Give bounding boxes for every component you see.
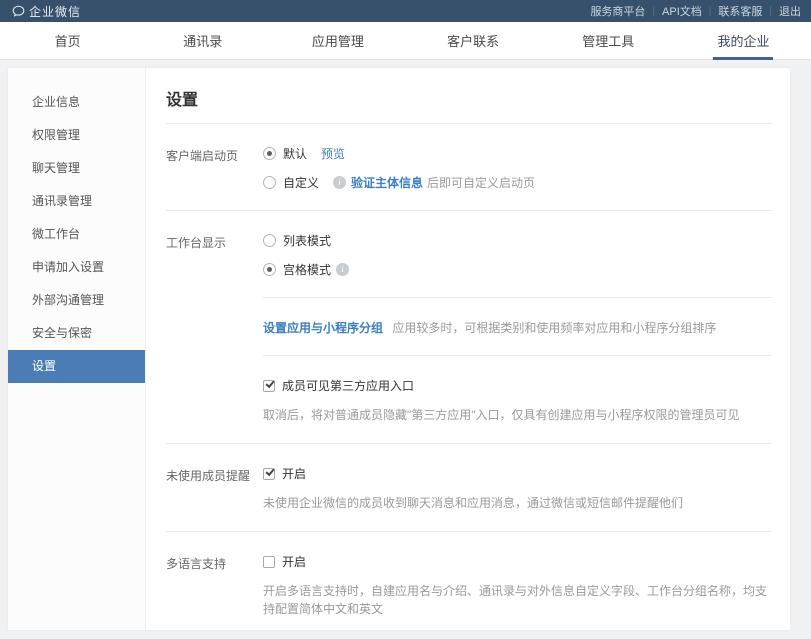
radio-grid-mode-label: 宫格模式 [283, 261, 331, 278]
radio-list-mode[interactable] [263, 234, 276, 247]
topbar-link-logout[interactable]: 退出 [779, 3, 801, 19]
sidebar-item-join-settings[interactable]: 申请加入设置 [8, 251, 145, 284]
radio-default-label: 默认 [283, 145, 307, 162]
topbar-link-contact-support[interactable]: 联系客服 [718, 3, 762, 19]
section-multilang-support: 多语言支持 开启 开启多语言支持时，自建应用名与介绍、通讯录与对外信息自定义字段… [166, 532, 772, 618]
info-icon: i [333, 176, 346, 189]
sidebar-item-micro-workbench[interactable]: 微工作台 [8, 218, 145, 251]
nav-item-apps[interactable]: 应用管理 [270, 22, 405, 59]
nav-item-tools[interactable]: 管理工具 [541, 22, 676, 59]
topbar-links: 服务商平台 | API文档 | 联系客服 | 退出 [590, 3, 801, 19]
checkbox-unused-reminder[interactable] [263, 468, 275, 480]
checkbox-multilang-label: 开启 [282, 553, 306, 570]
verify-suffix-text: 后即可自定义启动页 [427, 174, 535, 191]
page-title: 设置 [166, 86, 772, 124]
radio-list-mode-label: 列表模式 [283, 232, 331, 249]
radio-custom[interactable] [263, 176, 276, 189]
sidebar-item-security[interactable]: 安全与保密 [8, 317, 145, 350]
sidebar-item-company-info[interactable]: 企业信息 [8, 86, 145, 119]
verify-identity-link[interactable]: 验证主体信息 [351, 174, 423, 191]
separator: | [709, 6, 712, 17]
radio-grid-mode[interactable] [263, 263, 276, 276]
preview-link[interactable]: 预览 [321, 145, 345, 162]
topbar-link-api-docs[interactable]: API文档 [662, 3, 702, 19]
separator: | [652, 6, 655, 17]
checkbox-multilang[interactable] [263, 556, 275, 568]
unused-reminder-desc: 未使用企业微信的成员收到聊天消息和应用消息，通过微信或短信邮件提醒他们 [263, 494, 772, 512]
topbar-link-service-platform[interactable]: 服务商平台 [590, 3, 645, 19]
section-label: 未使用成员提醒 [166, 465, 263, 512]
topbar: 企业微信 服务商平台 | API文档 | 联系客服 | 退出 [0, 0, 811, 22]
separator: | [769, 6, 772, 17]
third-party-desc: 取消后，将对普通成员隐藏"第三方应用"入口，仅具有创建应用与小程序权限的管理员可… [263, 406, 772, 424]
app-logo[interactable]: 企业微信 [12, 3, 81, 20]
sidebar-item-settings[interactable]: 设置 [8, 350, 145, 383]
app-title: 企业微信 [29, 3, 81, 20]
nav-item-customer[interactable]: 客户联系 [406, 22, 541, 59]
section-unused-member-reminder: 未使用成员提醒 开启 未使用企业微信的成员收到聊天消息和应用消息，通过微信或短信… [166, 444, 772, 512]
sidebar-item-contacts-mgmt[interactable]: 通讯录管理 [8, 185, 145, 218]
sidebar: 企业信息 权限管理 聊天管理 通讯录管理 微工作台 申请加入设置 外部沟通管理 … [8, 68, 146, 630]
nav-item-my-company[interactable]: 我的企业 [676, 22, 811, 59]
info-icon: i [336, 263, 349, 276]
nav-item-home[interactable]: 首页 [0, 22, 135, 59]
section-workbench-display: 工作台显示 列表模式 宫格模式 i [166, 211, 772, 278]
content-card: 企业信息 权限管理 聊天管理 通讯录管理 微工作台 申请加入设置 外部沟通管理 … [8, 68, 790, 630]
section-third-party-visible: 成员可见第三方应用入口 取消后，将对普通成员隐藏"第三方应用"入口，仅具有创建应… [166, 356, 772, 424]
main-nav: 首页 通讯录 应用管理 客户联系 管理工具 我的企业 [0, 22, 811, 60]
chat-bubble-logo-icon [12, 5, 25, 18]
section-label: 多语言支持 [166, 553, 263, 618]
nav-item-contacts[interactable]: 通讯录 [135, 22, 270, 59]
section-label: 工作台显示 [166, 232, 263, 278]
sidebar-item-external-comm[interactable]: 外部沟通管理 [8, 284, 145, 317]
section-app-grouping: 设置应用与小程序分组 应用较多时，可根据类别和使用频率对应用和小程序分组排序 [166, 298, 772, 336]
app-grouping-link[interactable]: 设置应用与小程序分组 [263, 321, 383, 335]
checkbox-third-party-visible[interactable] [263, 380, 275, 392]
checkbox-third-party-label: 成员可见第三方应用入口 [282, 377, 414, 394]
section-label: 客户端启动页 [166, 145, 263, 191]
checkbox-unused-reminder-label: 开启 [282, 465, 306, 482]
sidebar-item-chat-mgmt[interactable]: 聊天管理 [8, 152, 145, 185]
multilang-desc: 开启多语言支持时，自建应用名与介绍、通讯录与对外信息自定义字段、工作台分组名称，… [263, 582, 772, 618]
radio-custom-label: 自定义 [283, 174, 319, 191]
settings-pane: 设置 客户端启动页 默认 预览 自定义 i 验证主体信息 后即可自定义启动页 [146, 68, 790, 630]
radio-default[interactable] [263, 147, 276, 160]
section-client-launch-page: 客户端启动页 默认 预览 自定义 i 验证主体信息 后即可自定义启动页 [166, 124, 772, 191]
sidebar-item-permissions[interactable]: 权限管理 [8, 119, 145, 152]
app-grouping-desc: 应用较多时，可根据类别和使用频率对应用和小程序分组排序 [392, 321, 716, 335]
